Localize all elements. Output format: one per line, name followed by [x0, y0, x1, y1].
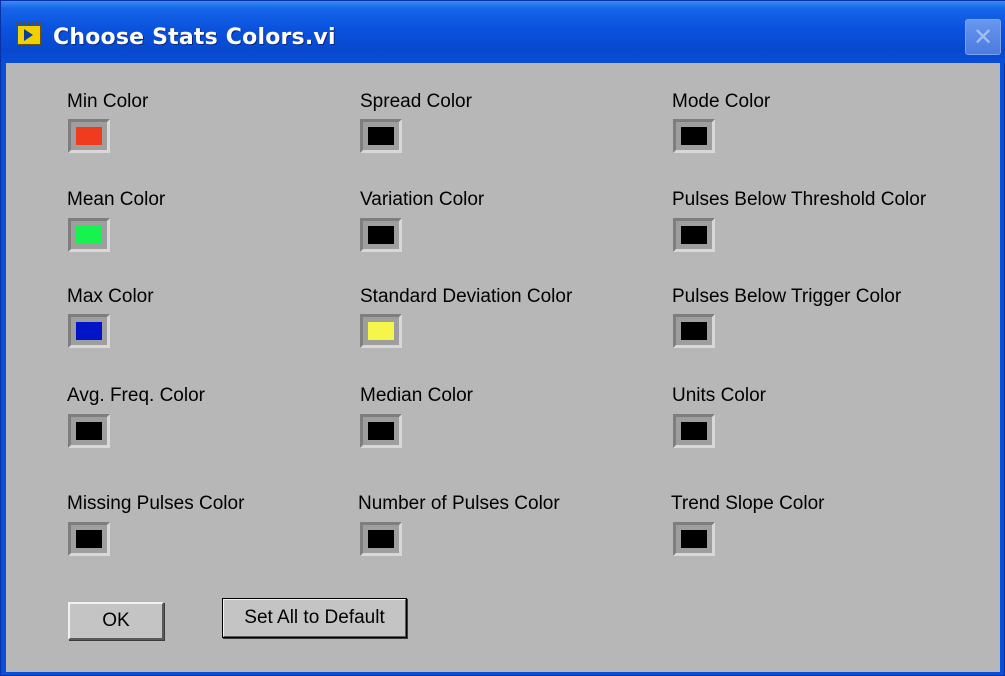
mean-color-picker[interactable]: [68, 218, 110, 252]
mode-color-swatch: [681, 127, 707, 145]
standard-deviation-color-swatch: [368, 322, 394, 340]
dialog-panel: Min Color Spread Color Mode Color Mean C…: [6, 63, 1000, 672]
close-button[interactable]: ✕: [965, 19, 1001, 55]
spread-color-label: Spread Color: [360, 91, 472, 112]
labview-vi-icon: [16, 22, 42, 45]
variation-color-swatch: [368, 226, 394, 244]
standard-deviation-color-label: Standard Deviation Color: [360, 286, 573, 307]
median-color-swatch: [368, 422, 394, 440]
standard-deviation-color-picker[interactable]: [360, 314, 402, 348]
window-title: Choose Stats Colors.vi: [53, 25, 336, 50]
avg-freq-color-swatch: [76, 422, 102, 440]
min-color-swatch: [76, 127, 102, 145]
units-color-picker[interactable]: [673, 414, 715, 448]
trend-slope-color-swatch: [681, 530, 707, 548]
trend-slope-color-picker[interactable]: [673, 522, 715, 556]
mode-color-picker[interactable]: [673, 119, 715, 153]
variation-color-label: Variation Color: [360, 189, 485, 210]
pulses-below-threshold-color-picker[interactable]: [673, 218, 715, 252]
dialog-window: Choose Stats Colors.vi ✕ Min Color Sprea…: [0, 0, 1005, 676]
spread-color-swatch: [368, 127, 394, 145]
min-color-picker[interactable]: [68, 119, 110, 153]
missing-pulses-color-label: Missing Pulses Color: [67, 493, 245, 514]
median-color-picker[interactable]: [360, 414, 402, 448]
median-color-label: Median Color: [360, 385, 473, 406]
avg-freq-color-picker[interactable]: [68, 414, 110, 448]
missing-pulses-color-swatch: [76, 530, 102, 548]
max-color-picker[interactable]: [68, 314, 110, 348]
ok-button[interactable]: OK: [68, 602, 164, 640]
spread-color-picker[interactable]: [360, 119, 402, 153]
title-bar[interactable]: Choose Stats Colors.vi ✕: [1, 1, 1005, 63]
pulses-below-trigger-color-picker[interactable]: [673, 314, 715, 348]
max-color-label: Max Color: [67, 286, 154, 307]
number-of-pulses-color-swatch: [368, 530, 394, 548]
mean-color-swatch: [76, 226, 102, 244]
units-color-label: Units Color: [672, 385, 766, 406]
close-icon: ✕: [972, 23, 994, 51]
pulses-below-trigger-color-label: Pulses Below Trigger Color: [672, 286, 902, 307]
number-of-pulses-color-label: Number of Pulses Color: [358, 493, 560, 514]
trend-slope-color-label: Trend Slope Color: [671, 493, 825, 514]
avg-freq-color-label: Avg. Freq. Color: [67, 385, 205, 406]
min-color-label: Min Color: [67, 91, 149, 112]
pulses-below-threshold-color-swatch: [681, 226, 707, 244]
variation-color-picker[interactable]: [360, 218, 402, 252]
max-color-swatch: [76, 322, 102, 340]
pulses-below-threshold-color-label: Pulses Below Threshold Color: [672, 189, 927, 210]
mode-color-label: Mode Color: [672, 91, 771, 112]
pulses-below-trigger-color-swatch: [681, 322, 707, 340]
number-of-pulses-color-picker[interactable]: [360, 522, 402, 556]
set-all-to-default-button[interactable]: Set All to Default: [222, 598, 407, 638]
units-color-swatch: [681, 422, 707, 440]
mean-color-label: Mean Color: [67, 189, 166, 210]
missing-pulses-color-picker[interactable]: [68, 522, 110, 556]
